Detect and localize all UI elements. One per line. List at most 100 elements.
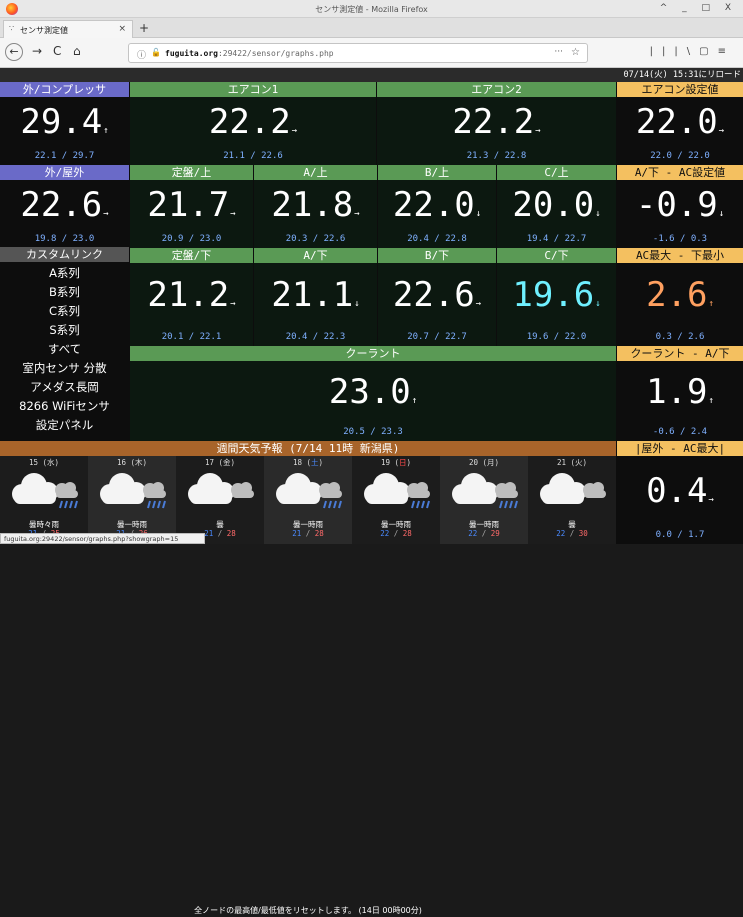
custom-link-item[interactable]: すべて: [0, 340, 129, 359]
custom-link-item[interactable]: 設定パネル: [0, 416, 129, 435]
panel-title: C/下: [497, 248, 616, 263]
reset-minmax-link[interactable]: 全ノードの最高値/最低値をリセットします。 (14日 00時00分): [0, 904, 616, 917]
panel-fixed-low[interactable]: 定盤/下 21.2→ 20.1 / 22.1: [130, 248, 253, 346]
url-text: fuguita.org:29422/sensor/graphs.php: [165, 49, 334, 58]
panel-value: 22.2→: [130, 102, 376, 142]
panel-title: |屋外 - AC最大|: [617, 441, 743, 456]
panel-coolant-a[interactable]: クーラント - A/下 1.9↑ -0.6 / 2.4: [617, 346, 743, 441]
page-actions-button[interactable]: ···: [554, 47, 563, 57]
panel-minmax-range: 21.1 / 22.6: [223, 151, 283, 161]
info-icon[interactable]: ⓘ: [137, 48, 146, 61]
status-url: fuguita.org:29422/sensor/graphs.php?show…: [0, 533, 205, 544]
cloud-rain-icon: [4, 466, 84, 514]
panel-value: 19.6↓: [497, 275, 616, 315]
panel-title: C/上: [497, 165, 616, 180]
custom-links-title: カスタムリンク: [0, 247, 129, 262]
panel-title: 外/屋外: [0, 165, 129, 180]
trend-arrow-icon: ↓: [475, 208, 482, 219]
trend-arrow-icon: ↓: [595, 208, 601, 219]
value-text: 22.0: [635, 101, 718, 142]
sensor-dashboard: 07/14(火) 15:31にリロード 外/コンプレッサ 29.4↑ 22.1 / …: [0, 68, 743, 915]
url-bar[interactable]: ⓘ 🔓 fuguita.org:29422/sensor/graphs.php …: [128, 43, 588, 63]
panel-minmax-range: 22.0 / 22.0: [650, 151, 710, 161]
custom-link-item[interactable]: 8266 WiFiセンサ: [0, 397, 129, 416]
forecast-temps: 22 / 30: [556, 529, 588, 538]
cloud-icon: [180, 466, 260, 514]
back-button[interactable]: ←: [5, 43, 23, 61]
panel-minmax-range: 20.5 / 23.3: [343, 427, 403, 437]
panel-minmax-range: 22.1 / 29.7: [34, 151, 95, 161]
library-icon[interactable]: |||\: [650, 46, 699, 57]
value-text: 19.6: [512, 275, 595, 316]
value-text: 22.2: [452, 101, 535, 142]
panel-value: 0.4→: [617, 471, 743, 511]
value-text: 21.8: [271, 184, 354, 225]
insecure-lock-icon[interactable]: 🔓: [151, 48, 161, 57]
panel-fixed-up[interactable]: 定盤/上 21.7→ 20.9 / 23.0: [130, 165, 253, 248]
custom-link-item[interactable]: B系列: [0, 283, 129, 302]
panel-minmax-range: 20.3 / 22.6: [285, 234, 346, 244]
panel-a-low-ac[interactable]: A/下 - AC設定値 -0.9↓ -1.6 / 0.3: [617, 165, 743, 248]
tab-bar: ∵ センサ測定値 × +: [0, 18, 743, 38]
panel-minmax-range: 21.3 / 22.8: [466, 151, 527, 161]
window-controls[interactable]: ^ _ □ X: [660, 3, 737, 13]
custom-link-item[interactable]: S系列: [0, 321, 129, 340]
panel-c-up[interactable]: C/上 20.0↓ 19.4 / 22.7: [497, 165, 616, 248]
new-tab-button[interactable]: +: [139, 21, 149, 35]
panel-a-up[interactable]: A/上 21.8→ 20.3 / 22.6: [254, 165, 377, 248]
trend-arrow-icon: ↑: [708, 395, 714, 406]
panel-value: 22.0↓: [378, 185, 496, 225]
tab-close-icon[interactable]: ×: [118, 24, 126, 34]
title-bar: センサ測定値 - Mozilla Firefox ^ _ □ X: [0, 0, 743, 18]
panel-b-up[interactable]: B/上 22.0↓ 20.4 / 22.8: [378, 165, 496, 248]
panel-ac-max-low[interactable]: AC最大 - 下最小 2.6↑ 0.3 / 2.6: [617, 248, 743, 346]
trend-arrow-icon: →: [230, 299, 236, 310]
panel-a-low[interactable]: A/下 21.1↓ 20.4 / 22.3: [254, 248, 377, 346]
panel-minmax-range: 19.4 / 22.7: [526, 234, 587, 244]
panel-c-low[interactable]: C/下 19.6↓ 19.6 / 22.0: [497, 248, 616, 346]
forecast-day: 20 (月) 曇一時雨 22 / 29: [440, 456, 528, 544]
panel-title: エアコン1: [130, 82, 376, 97]
forecast-day: 21 (火) 曇 22 / 30: [528, 456, 616, 544]
panel-ac1[interactable]: エアコン1 22.2→ 21.1 / 22.6: [130, 82, 376, 165]
panel-minmax-range: 20.4 / 22.8: [407, 234, 467, 244]
trend-arrow-icon: ↓: [718, 208, 725, 219]
panel-out-ac-max[interactable]: |屋外 - AC最大| 0.4→ 0.0 / 1.7: [617, 441, 743, 544]
weekly-forecast: 週間天気予報 (7/14 11時 新潟県) 15 (水) 曇時々雨21 / 25…: [0, 441, 616, 915]
reload-button[interactable]: C: [53, 44, 61, 58]
menu-icon[interactable]: ≡: [718, 46, 735, 57]
panel-value: 22.2→: [377, 102, 616, 142]
tab-sensor[interactable]: ∵ センサ測定値 ×: [3, 20, 133, 38]
custom-link-item[interactable]: アメダス長岡: [0, 378, 129, 397]
bookmark-star-icon[interactable]: ☆: [571, 47, 580, 58]
value-text: 0.4: [646, 470, 708, 511]
panel-value: 20.0↓: [497, 185, 616, 225]
toolbar-right-icons[interactable]: |||\▢≡: [650, 46, 735, 57]
panel-value: 21.1↓: [254, 275, 377, 315]
custom-link-item[interactable]: A系列: [0, 264, 129, 283]
custom-link-item[interactable]: C系列: [0, 302, 129, 321]
forward-button[interactable]: →: [32, 44, 42, 58]
window-title: センサ測定値 - Mozilla Firefox: [315, 5, 428, 14]
home-button[interactable]: ⌂: [73, 44, 81, 58]
panel-ac-set[interactable]: エアコン設定値 22.0→ 22.0 / 22.0: [617, 82, 743, 165]
trend-arrow-icon: →: [718, 125, 725, 136]
panel-b-low[interactable]: B/下 22.6→ 20.7 / 22.7: [378, 248, 496, 346]
panel-ac2[interactable]: エアコン2 22.2→ 21.3 / 22.8: [377, 82, 616, 165]
custom-link-item[interactable]: 室内センサ 分散: [0, 359, 129, 378]
trend-arrow-icon: →: [475, 299, 482, 310]
panel-minmax-range: 20.9 / 23.0: [161, 234, 222, 244]
panel-outside-out[interactable]: 外/屋外 22.6→ 19.8 / 23.0: [0, 165, 129, 248]
panel-value: -0.9↓: [617, 185, 743, 225]
panel-minmax-range: 20.1 / 22.1: [161, 332, 222, 342]
cloud-rain-icon: [92, 466, 172, 514]
panel-coolant[interactable]: クーラント 23.0↑ 20.5 / 23.3: [130, 346, 616, 441]
panel-minmax-range: 20.7 / 22.7: [407, 332, 467, 342]
sidebar-icon[interactable]: ▢: [699, 46, 717, 57]
panel-value: 1.9↑: [617, 372, 743, 412]
panel-title: A/下 - AC設定値: [617, 165, 743, 180]
value-text: 22.6: [20, 184, 103, 225]
trend-arrow-icon: →: [708, 494, 714, 505]
panel-outside-comp[interactable]: 外/コンプレッサ 29.4↑ 22.1 / 29.7: [0, 82, 129, 165]
trend-arrow-icon: →: [230, 208, 236, 219]
